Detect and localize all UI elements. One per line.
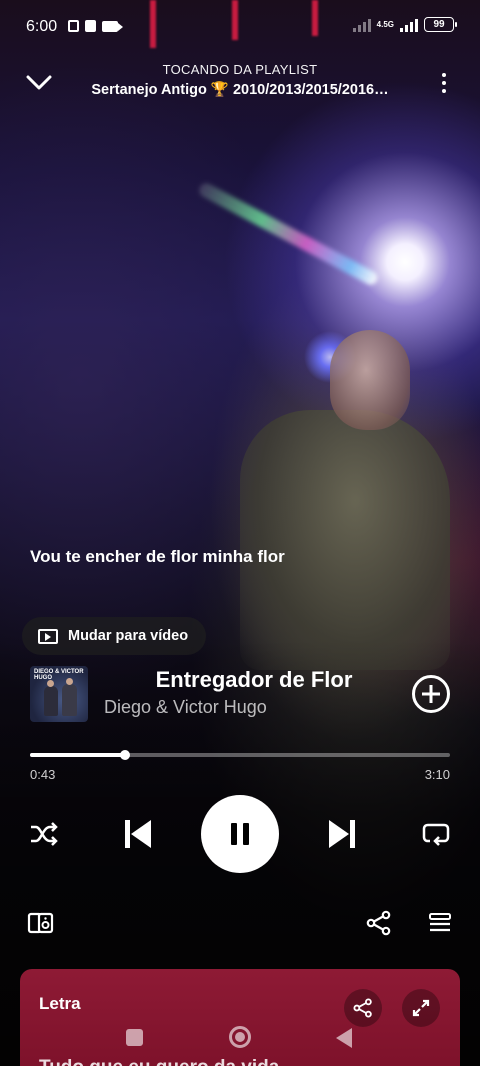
system-navigation-bar — [0, 1018, 480, 1058]
expand-icon — [412, 999, 430, 1017]
home-button[interactable] — [229, 1026, 251, 1048]
chevron-down-icon — [26, 75, 52, 90]
more-vert-icon — [442, 73, 446, 77]
progress-bar[interactable] — [30, 750, 450, 760]
playlist-title: Sertanejo Antigo 🏆 2010/2013/2015/2016… — [91, 82, 389, 98]
battery-icon: 99 — [424, 17, 457, 32]
song-artist[interactable]: Diego & Victor Hugo — [104, 697, 267, 718]
lyrics-title: Letra — [39, 994, 81, 1013]
repeat-icon — [422, 823, 450, 846]
video-background — [0, 0, 480, 1066]
pause-icon-bar — [243, 823, 249, 845]
cover-text: DIEGO & VICTOR HUGO — [34, 669, 84, 681]
notification-icon — [85, 20, 96, 32]
switch-to-video-button[interactable]: Mudar para vídeo — [22, 617, 207, 655]
lyrics-next-line: Tudo que eu quero da vida — [39, 1057, 279, 1066]
pause-icon — [231, 823, 237, 845]
video-camera-icon — [102, 20, 123, 32]
notification-icon — [68, 20, 79, 32]
back-button[interactable] — [336, 1028, 352, 1048]
song-title[interactable]: Entregador de Flor — [104, 667, 404, 693]
current-lyric: Vou te encher de flor minha flor — [30, 547, 285, 566]
status-bar: 6:00 4.5G 99 — [0, 0, 480, 54]
network-type: 4.5G — [376, 19, 394, 29]
collapse-button[interactable] — [22, 66, 56, 100]
elapsed-time: 0:43 — [30, 767, 56, 782]
singer-head — [330, 330, 410, 430]
playlist-context[interactable]: TOCANDO DA PLAYLIST Sertanejo Antigo 🏆 2… — [64, 62, 416, 98]
more-options-button[interactable] — [434, 68, 454, 98]
progress-fill — [30, 753, 125, 757]
player-header: TOCANDO DA PLAYLIST Sertanejo Antigo 🏆 2… — [0, 58, 480, 108]
share-icon — [353, 998, 372, 1018]
signal-icon — [352, 18, 371, 32]
shuffle-icon — [31, 822, 58, 846]
queue-button[interactable] — [425, 908, 455, 938]
singer-figure — [240, 410, 450, 670]
next-button[interactable] — [323, 814, 361, 854]
switch-to-video-label: Mudar para vídeo — [68, 628, 189, 644]
clock: 6:00 — [26, 18, 58, 35]
share-button[interactable] — [364, 908, 394, 938]
queue-icon — [429, 913, 451, 932]
shuffle-button[interactable] — [26, 816, 62, 852]
devices-icon — [27, 912, 54, 934]
video-play-icon — [38, 628, 58, 644]
system-icons: 4.5G 99 — [352, 17, 457, 32]
header-subtitle: TOCANDO DA PLAYLIST — [162, 62, 318, 77]
skip-next-icon — [329, 820, 355, 848]
notification-icons — [68, 20, 123, 32]
connect-devices-button[interactable] — [26, 908, 56, 938]
album-cover[interactable]: DIEGO & VICTOR HUGO — [30, 666, 88, 722]
light-beam — [196, 180, 380, 288]
signal-icon-2 — [400, 18, 418, 32]
share-icon — [366, 910, 391, 936]
repeat-button[interactable] — [418, 816, 454, 852]
pause-button[interactable] — [201, 795, 279, 873]
add-to-library-button[interactable] — [412, 675, 450, 713]
recents-button[interactable] — [126, 1029, 143, 1046]
skip-previous-icon — [125, 820, 151, 848]
total-time: 3:10 — [424, 767, 450, 782]
previous-button[interactable] — [119, 814, 157, 854]
progress-handle[interactable] — [119, 750, 130, 760]
